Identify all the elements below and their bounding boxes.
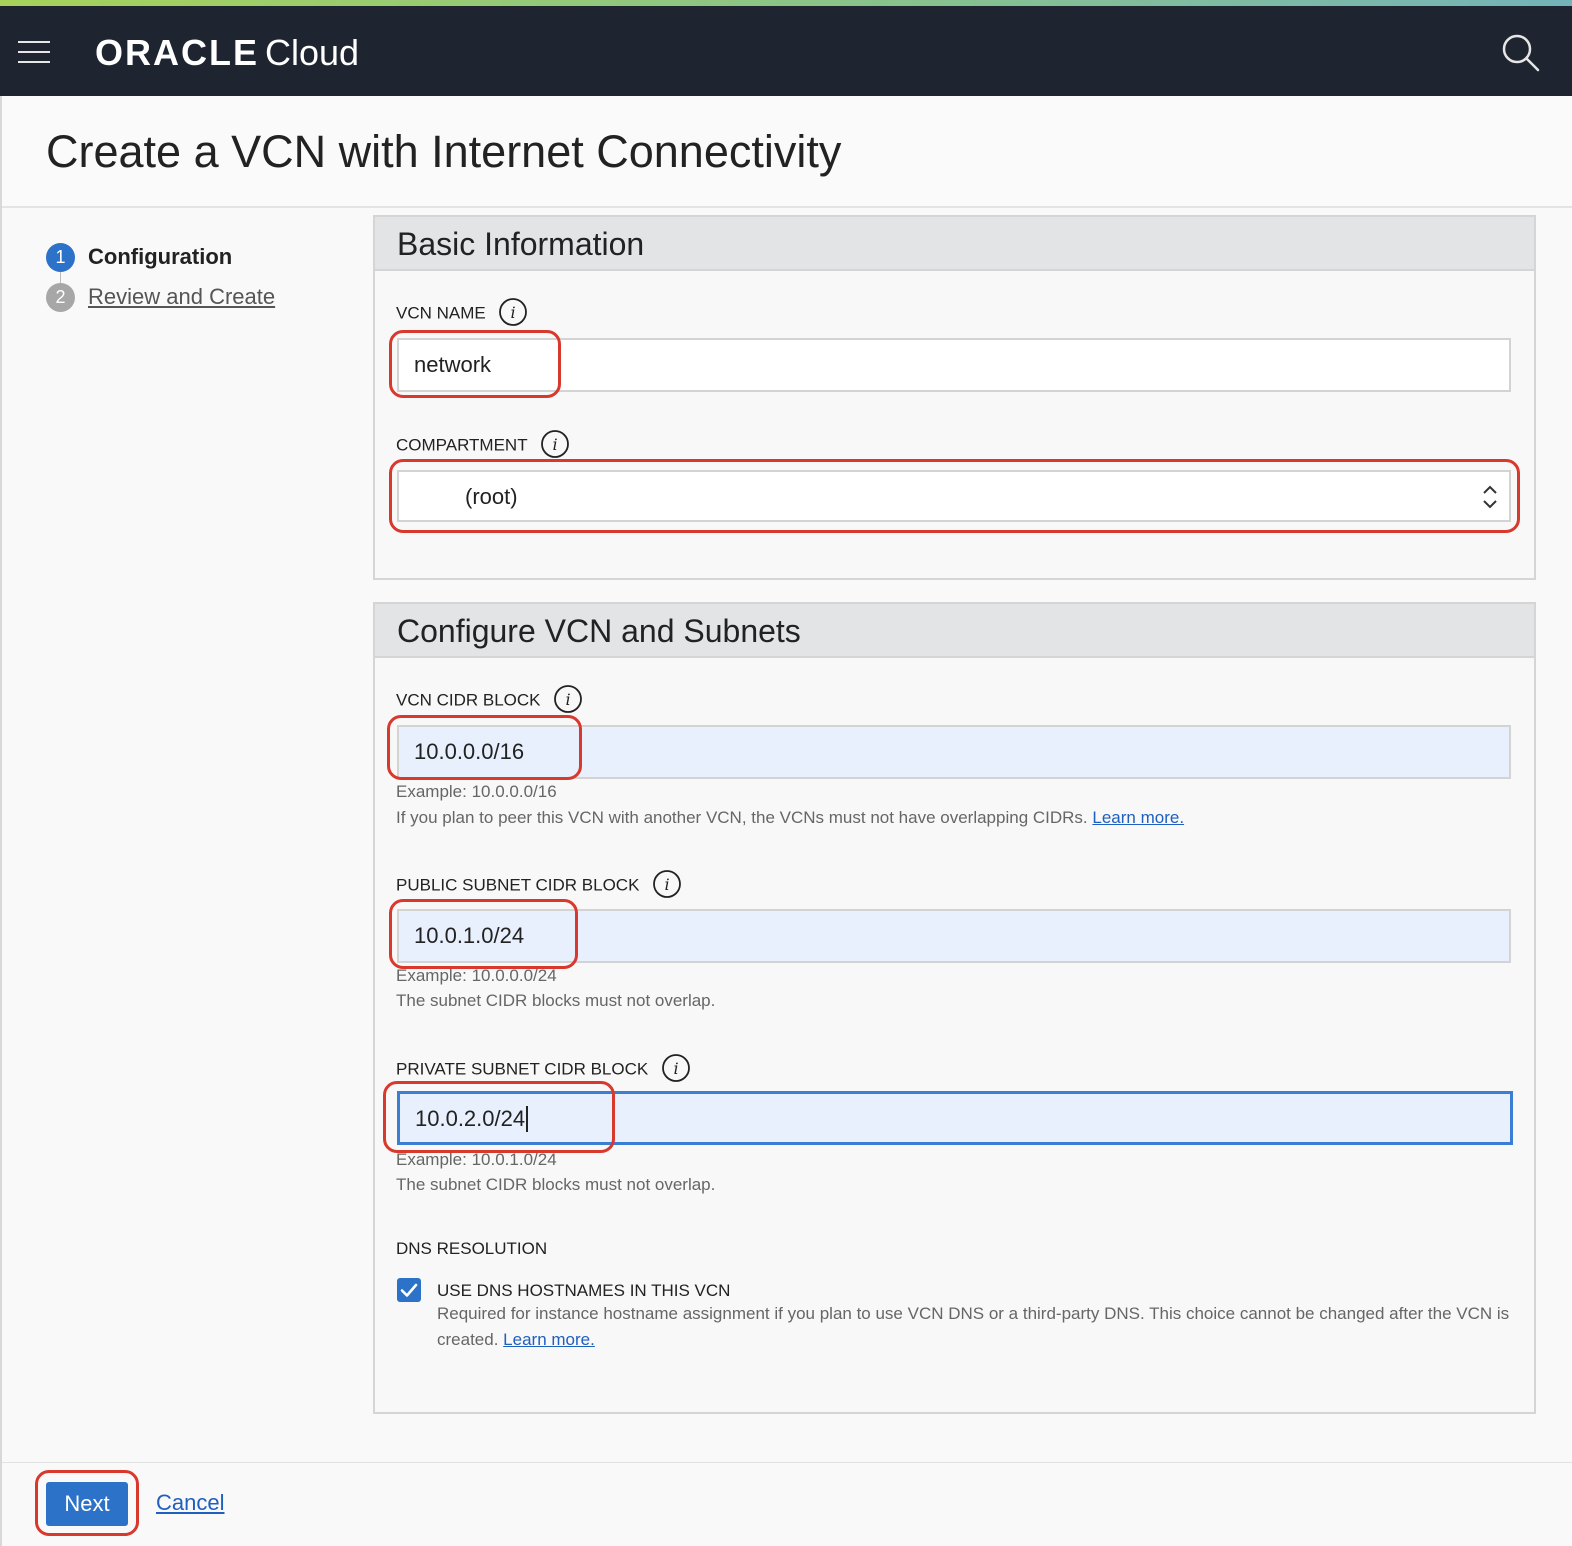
public-subnet-label: PUBLIC SUBNET CIDR BLOCK i [396,870,682,899]
private-subnet-note: The subnet CIDR blocks must not overlap. [396,1175,716,1194]
info-icon[interactable]: i [540,429,570,459]
private-subnet-label: PRIVATE SUBNET CIDR BLOCK i [396,1054,691,1083]
private-subnet-example: Example: 10.0.1.0/24 [396,1150,557,1169]
dns-hostnames-checkbox[interactable] [397,1278,421,1302]
info-icon[interactable]: i [652,869,682,899]
compartment-label: COMPARTMENT i [396,430,570,459]
vcn-cidr-label: VCN CIDR BLOCK i [396,685,583,714]
info-icon[interactable]: i [498,297,528,327]
hamburger-menu-icon[interactable] [18,39,52,65]
brand-logo: ORACLE [95,32,259,73]
configure-vcn-heading: Configure VCN and Subnets [375,604,1534,658]
learn-more-link[interactable]: Learn more. [1092,808,1184,827]
compartment-select[interactable]: (root) [397,470,1511,522]
checkmark-icon [400,1283,418,1297]
step-number-badge: 1 [46,243,75,272]
public-subnet-note: The subnet CIDR blocks must not overlap. [396,991,716,1010]
vcn-name-label: VCN NAME i [396,298,528,327]
text-caret [526,1105,528,1132]
footer-divider [2,1462,1572,1463]
basic-information-panel: Basic Information [373,215,1536,580]
dns-description: Required for instance hostname assignmen… [437,1304,1510,1349]
step-number-badge: 2 [46,283,75,312]
page-title: Create a VCN with Internet Connectivity [46,126,842,177]
info-icon[interactable]: i [553,684,583,714]
brand-product: Cloud [265,32,360,73]
public-subnet-input[interactable]: 10.0.1.0/24 [397,909,1511,963]
compartment-value: (root) [465,484,518,509]
vcn-cidr-input[interactable]: 10.0.0.0/16 [397,725,1511,779]
svg-text:i: i [511,303,516,322]
redacted-compartment-name [411,478,457,514]
svg-text:i: i [552,435,557,454]
info-icon[interactable]: i [661,1053,691,1083]
svg-text:i: i [566,690,571,709]
dns-resolution-label: DNS RESOLUTION [396,1239,548,1258]
vcn-name-input[interactable]: network [397,338,1511,392]
cancel-link[interactable]: Cancel [156,1490,224,1516]
basic-information-heading: Basic Information [375,217,1534,271]
public-subnet-example: Example: 10.0.0.0/24 [396,966,557,985]
chevron-up-down-icon [1483,485,1497,509]
oracle-cloud-logo[interactable]: ORACLE Cloud [95,32,359,74]
learn-more-link[interactable]: Learn more. [503,1330,595,1349]
vcn-cidr-note: If you plan to peer this VCN with anothe… [396,808,1185,827]
step-link-review-and-create[interactable]: Review and Create [88,284,275,310]
svg-text:i: i [665,875,670,894]
dns-hostnames-checkbox-label[interactable]: USE DNS HOSTNAMES IN THIS VCN [437,1281,730,1301]
top-navigation-bar: ORACLE Cloud [0,6,1572,96]
next-button[interactable]: Next [46,1482,128,1526]
step-connector [60,272,61,283]
vcn-cidr-example: Example: 10.0.0.0/16 [396,782,557,801]
search-icon[interactable] [1500,32,1540,72]
left-border [0,96,2,1546]
svg-text:i: i [673,1059,678,1078]
private-subnet-input[interactable]: 10.0.2.0/24 [397,1091,1513,1145]
step-label: Configuration [88,244,233,269]
